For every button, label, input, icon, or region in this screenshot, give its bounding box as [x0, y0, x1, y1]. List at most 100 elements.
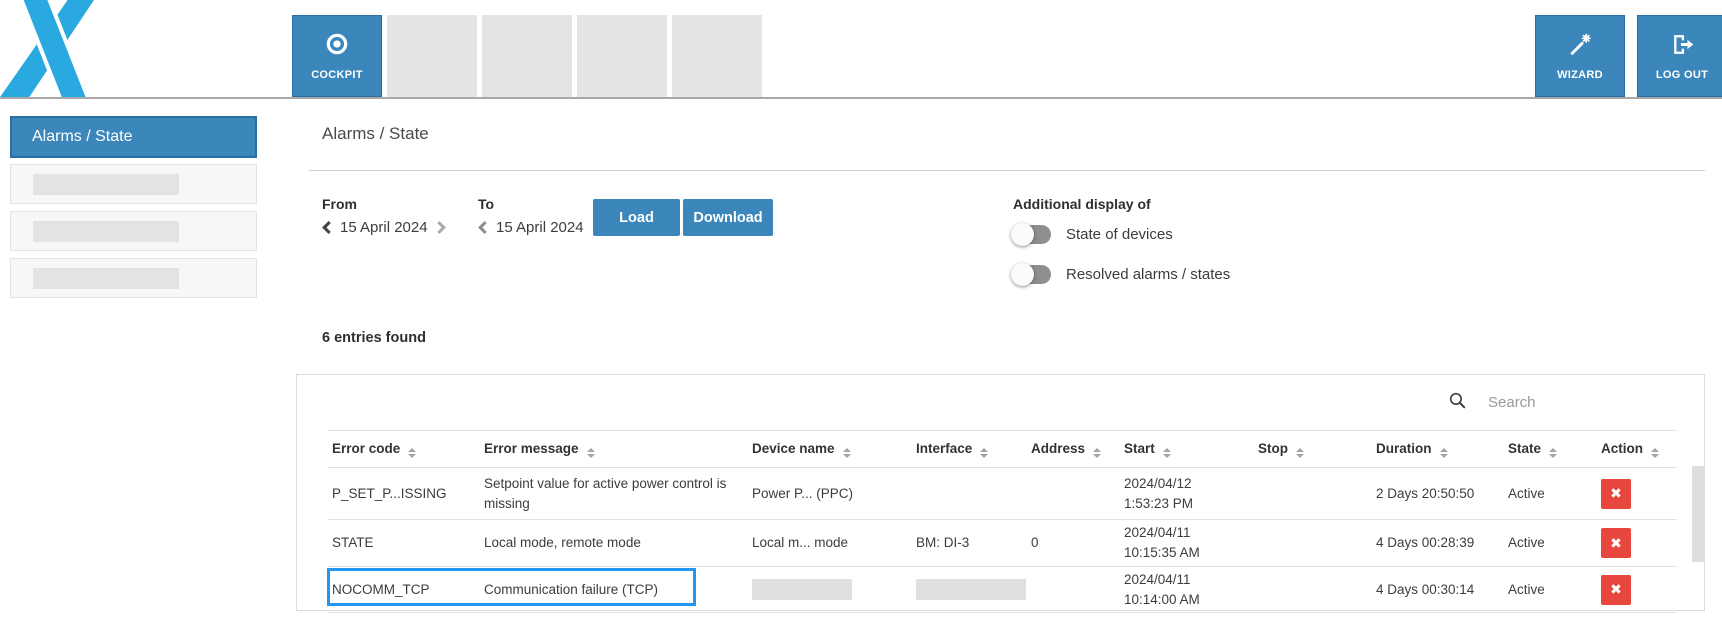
column-header-address[interactable]: Address — [1027, 431, 1120, 468]
from-date-value[interactable]: 15 April 2024 — [340, 219, 428, 236]
redacted-text-bar — [33, 174, 179, 195]
state-of-devices-toggle[interactable] — [1013, 225, 1051, 244]
tab-placeholder[interactable] — [482, 15, 572, 97]
sidebar-title: Alarms / State — [32, 128, 132, 146]
tab-cockpit[interactable]: COCKPIT — [292, 15, 382, 97]
cell-error-message: Local mode, remote mode — [480, 520, 748, 567]
column-label: Address — [1031, 441, 1085, 456]
brand-x-logo — [0, 0, 100, 97]
cell-action: ✖ — [1597, 567, 1677, 613]
column-header-stop[interactable]: Stop — [1254, 431, 1372, 468]
cell-device-name: Power P... (PPC) — [748, 468, 912, 520]
cell-state: Active — [1504, 520, 1597, 567]
cell-start: 2024/04/1110:14:00 AM — [1120, 567, 1254, 613]
wizard-button[interactable]: WIZARD — [1535, 15, 1625, 97]
column-header-error-message[interactable]: Error message — [480, 431, 748, 468]
cell-error-message: Communication failure (TCP) — [480, 567, 748, 613]
cell-action: ✖ — [1597, 520, 1677, 567]
sort-arrows-icon — [1093, 448, 1101, 458]
column-header-state[interactable]: State — [1504, 431, 1597, 468]
sort-arrows-icon — [1651, 448, 1659, 458]
chevron-left-icon[interactable] — [322, 221, 331, 234]
column-label: State — [1508, 441, 1541, 456]
cell-device-name — [748, 567, 912, 613]
target-icon — [324, 31, 350, 62]
cell-start: 2024/04/121:53:23 PM — [1120, 468, 1254, 520]
cell-address: 0 — [1027, 520, 1120, 567]
logout-button[interactable]: LOG OUT — [1637, 15, 1722, 97]
search-icon — [1448, 391, 1467, 415]
column-header-device-name[interactable]: Device name — [748, 431, 912, 468]
cell-stop — [1254, 468, 1372, 520]
load-button[interactable]: Load — [593, 199, 680, 236]
cell-stop — [1254, 567, 1372, 613]
column-header-start[interactable]: Start — [1120, 431, 1254, 468]
column-header-action[interactable]: Action — [1597, 431, 1677, 468]
sort-arrows-icon — [587, 448, 595, 458]
additional-display-label: Additional display of — [1013, 196, 1151, 212]
chevron-right-icon[interactable] — [437, 221, 446, 234]
sort-arrows-icon — [1440, 448, 1448, 458]
column-label: Error code — [332, 441, 400, 456]
column-label: Start — [1124, 441, 1155, 456]
cell-stop — [1254, 520, 1372, 567]
cell-error-code: STATE — [328, 520, 480, 567]
tab-cockpit-label: COCKPIT — [311, 69, 363, 81]
cell-duration: 4 Days 00:30:14 — [1372, 567, 1504, 613]
delete-alarm-button[interactable]: ✖ — [1601, 528, 1631, 558]
app-window: COCKPIT WIZARD — [0, 0, 1722, 617]
sidebar-placeholder-item[interactable] — [10, 258, 257, 298]
tab-placeholder[interactable] — [387, 15, 477, 97]
cell-error-code: NOCOMM_TCP — [328, 567, 480, 613]
column-label: Device name — [752, 441, 835, 456]
cell-duration: 2 Days 20:50:50 — [1372, 468, 1504, 520]
column-label: Error message — [484, 441, 579, 456]
delete-alarm-button[interactable]: ✖ — [1601, 575, 1631, 605]
column-label: Duration — [1376, 441, 1432, 456]
cell-action: ✖ — [1597, 468, 1677, 520]
to-date-value[interactable]: 15 April 2024 — [496, 219, 584, 236]
column-header-duration[interactable]: Duration — [1372, 431, 1504, 468]
cell-duration: 4 Days 00:28:39 — [1372, 520, 1504, 567]
table-search-area — [297, 375, 1704, 430]
sidebar-placeholder-item[interactable] — [10, 164, 257, 204]
chevron-left-icon[interactable] — [478, 221, 487, 234]
from-datepicker: From 15 April 2024 — [322, 196, 446, 236]
title-divider — [309, 170, 1705, 171]
table-row: P_SET_P...ISSINGSetpoint value for activ… — [328, 468, 1677, 520]
sort-arrows-icon — [843, 448, 851, 458]
cell-interface: BM: DI-3 — [912, 520, 1027, 567]
tab-placeholder[interactable] — [672, 15, 762, 97]
column-label: Interface — [916, 441, 972, 456]
topbar: COCKPIT WIZARD — [0, 0, 1722, 99]
delete-alarm-button[interactable]: ✖ — [1601, 479, 1631, 509]
resolved-alarms-toggle[interactable] — [1013, 265, 1051, 284]
cell-interface — [912, 567, 1027, 613]
sidebar-placeholder-item[interactable] — [10, 211, 257, 251]
sort-arrows-icon — [1549, 448, 1557, 458]
download-button[interactable]: Download — [683, 199, 773, 236]
column-label: Action — [1601, 441, 1643, 456]
redacted-text-bar — [752, 579, 852, 600]
tab-placeholder[interactable] — [577, 15, 667, 97]
sidebar-item-alarms-state[interactable]: Alarms / State — [10, 116, 257, 158]
cell-address — [1027, 468, 1120, 520]
sort-arrows-icon — [408, 448, 416, 458]
column-header-error-code[interactable]: Error code — [328, 431, 480, 468]
to-datepicker: To 15 April 2024 — [478, 196, 602, 236]
cell-device-name: Local m... mode — [748, 520, 912, 567]
redacted-text-bar — [916, 579, 1026, 600]
entries-found-text: 6 entries found — [322, 330, 426, 346]
column-header-interface[interactable]: Interface — [912, 431, 1027, 468]
cell-error-message: Setpoint value for active power control … — [480, 468, 748, 520]
table-scrollbar-thumb[interactable] — [1692, 466, 1704, 562]
cell-address — [1027, 567, 1120, 613]
search-input[interactable] — [1488, 394, 1668, 411]
cell-start: 2024/04/1110:15:35 AM — [1120, 520, 1254, 567]
table-header-row: Error code Error message Device name Interf… — [328, 431, 1677, 468]
cell-state: Active — [1504, 567, 1597, 613]
toggle-row-resolved-alarms: Resolved alarms / states — [1013, 262, 1230, 286]
cell-state: Active — [1504, 468, 1597, 520]
column-label: Stop — [1258, 441, 1288, 456]
page-title: Alarms / State — [322, 124, 429, 144]
